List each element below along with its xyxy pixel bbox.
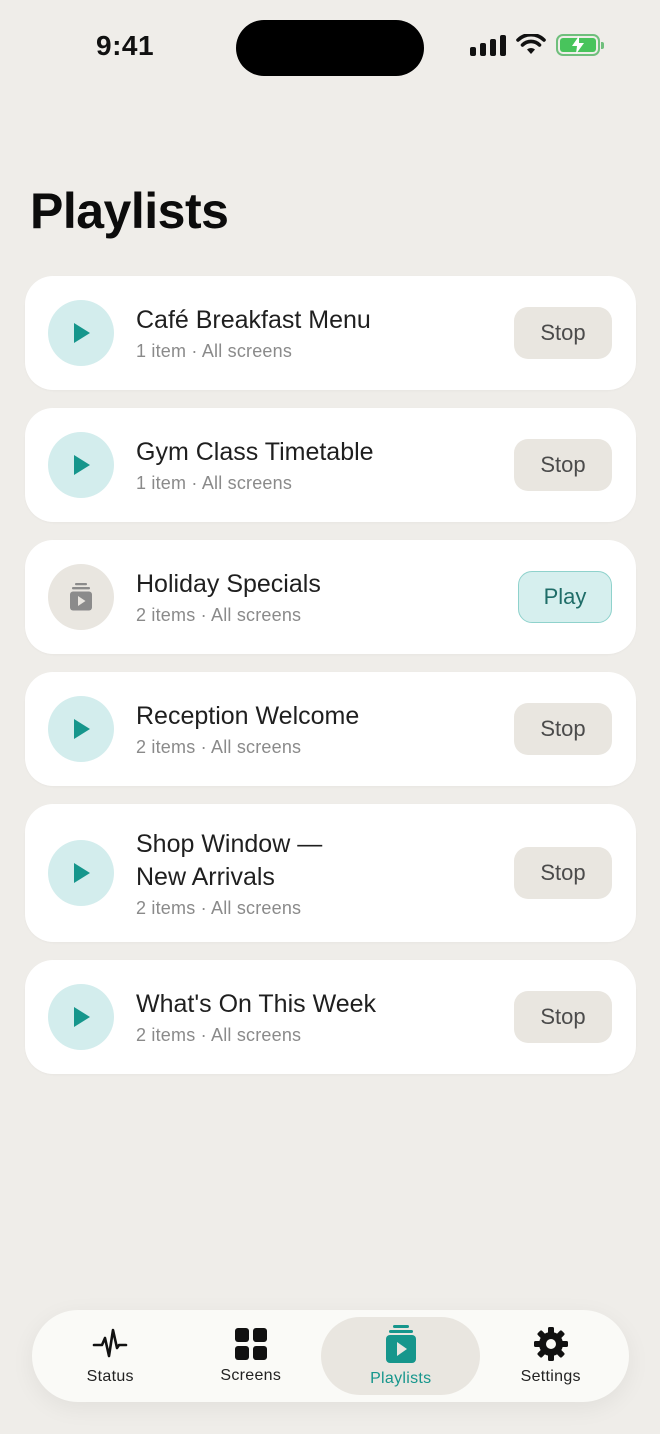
gear-icon (533, 1327, 568, 1361)
playlist-text: What's On This Week 2 items · All screen… (136, 988, 514, 1046)
playlist-title: Holiday Specials (136, 570, 321, 598)
idle-indicator (48, 564, 114, 630)
tab-bar: Status Screens Playlists Settings (32, 1310, 629, 1402)
playlist-text: Café Breakfast Menu 1 item · All screens (136, 304, 514, 362)
playlist-subtitle: 2 items · All screens (136, 737, 302, 757)
status-bar: 9:41 (0, 0, 660, 100)
playlist-subtitle: 1 item · All screens (136, 341, 293, 361)
playing-indicator (48, 696, 114, 762)
playlist-title-line2: New Arrivals (136, 862, 275, 891)
tab-label: Screens (220, 1367, 282, 1384)
playlist-title: Café Breakfast Menu (136, 306, 371, 334)
playlist-subtitle: 2 items · All screens (136, 897, 302, 918)
grid-icon (234, 1328, 267, 1360)
playlist-card[interactable]: Shop Window — New Arrivals 2 items · All… (25, 804, 636, 942)
playlist-title: What's On This Week (136, 990, 377, 1018)
playing-indicator (48, 840, 114, 906)
tab-status[interactable]: Status (40, 1317, 181, 1395)
playlist-card[interactable]: Reception Welcome 2 items · All screens … (25, 672, 636, 786)
stop-button[interactable]: Stop (514, 439, 612, 491)
playlist-subtitle: 1 item · All screens (136, 473, 293, 493)
playlist-card[interactable]: Holiday Specials 2 items · All screens P… (25, 540, 636, 654)
playlist-text: Gym Class Timetable 1 item · All screens (136, 436, 514, 494)
play-button[interactable]: Play (518, 571, 612, 623)
tab-label: Playlists (370, 1370, 432, 1387)
status-icons (470, 34, 604, 56)
stop-button[interactable]: Stop (514, 847, 612, 899)
status-time: 9:41 (96, 30, 155, 61)
play-icon (74, 455, 90, 475)
wifi-icon (516, 34, 546, 54)
playlist-title: Gym Class Timetable (136, 438, 374, 466)
page-title: Playlists (30, 183, 229, 239)
play-icon (74, 1007, 90, 1027)
stop-button[interactable]: Stop (514, 703, 612, 755)
playlist-title-line1: Shop Window — (136, 829, 323, 858)
playlist-card[interactable]: Café Breakfast Menu 1 item · All screens… (25, 276, 636, 390)
tab-label: Status (86, 1368, 134, 1385)
playlist-subtitle: 2 items · All screens (136, 1025, 302, 1045)
stop-button[interactable]: Stop (514, 307, 612, 359)
tab-playlists[interactable]: Playlists (321, 1317, 481, 1395)
playlist-text: Shop Window — New Arrivals 2 items · All… (136, 828, 514, 919)
playing-indicator (48, 300, 114, 366)
tab-settings[interactable]: Settings (480, 1317, 621, 1395)
playlist-title: Reception Welcome (136, 702, 360, 730)
playlist-idle-icon (70, 583, 92, 611)
tab-screens[interactable]: Screens (181, 1317, 322, 1395)
dynamic-island (236, 20, 424, 76)
playlist-text: Reception Welcome 2 items · All screens (136, 700, 514, 758)
play-icon (74, 719, 90, 739)
tab-label: Settings (520, 1368, 581, 1385)
playing-indicator (48, 432, 114, 498)
playlist-list: Café Breakfast Menu 1 item · All screens… (25, 276, 636, 1092)
playlist-card[interactable]: What's On This Week 2 items · All screen… (25, 960, 636, 1074)
battery-charging-icon (556, 34, 604, 56)
play-icon (74, 863, 90, 883)
playlist-card[interactable]: Gym Class Timetable 1 item · All screens… (25, 408, 636, 522)
playing-indicator (48, 984, 114, 1050)
playlist-icon (385, 1325, 416, 1363)
cellular-signal-icon (470, 34, 506, 56)
pulse-icon (92, 1328, 128, 1358)
playlist-text: Holiday Specials 2 items · All screens (136, 568, 518, 626)
stop-button[interactable]: Stop (514, 991, 612, 1043)
play-icon (74, 323, 90, 343)
playlist-subtitle: 2 items · All screens (136, 605, 302, 625)
